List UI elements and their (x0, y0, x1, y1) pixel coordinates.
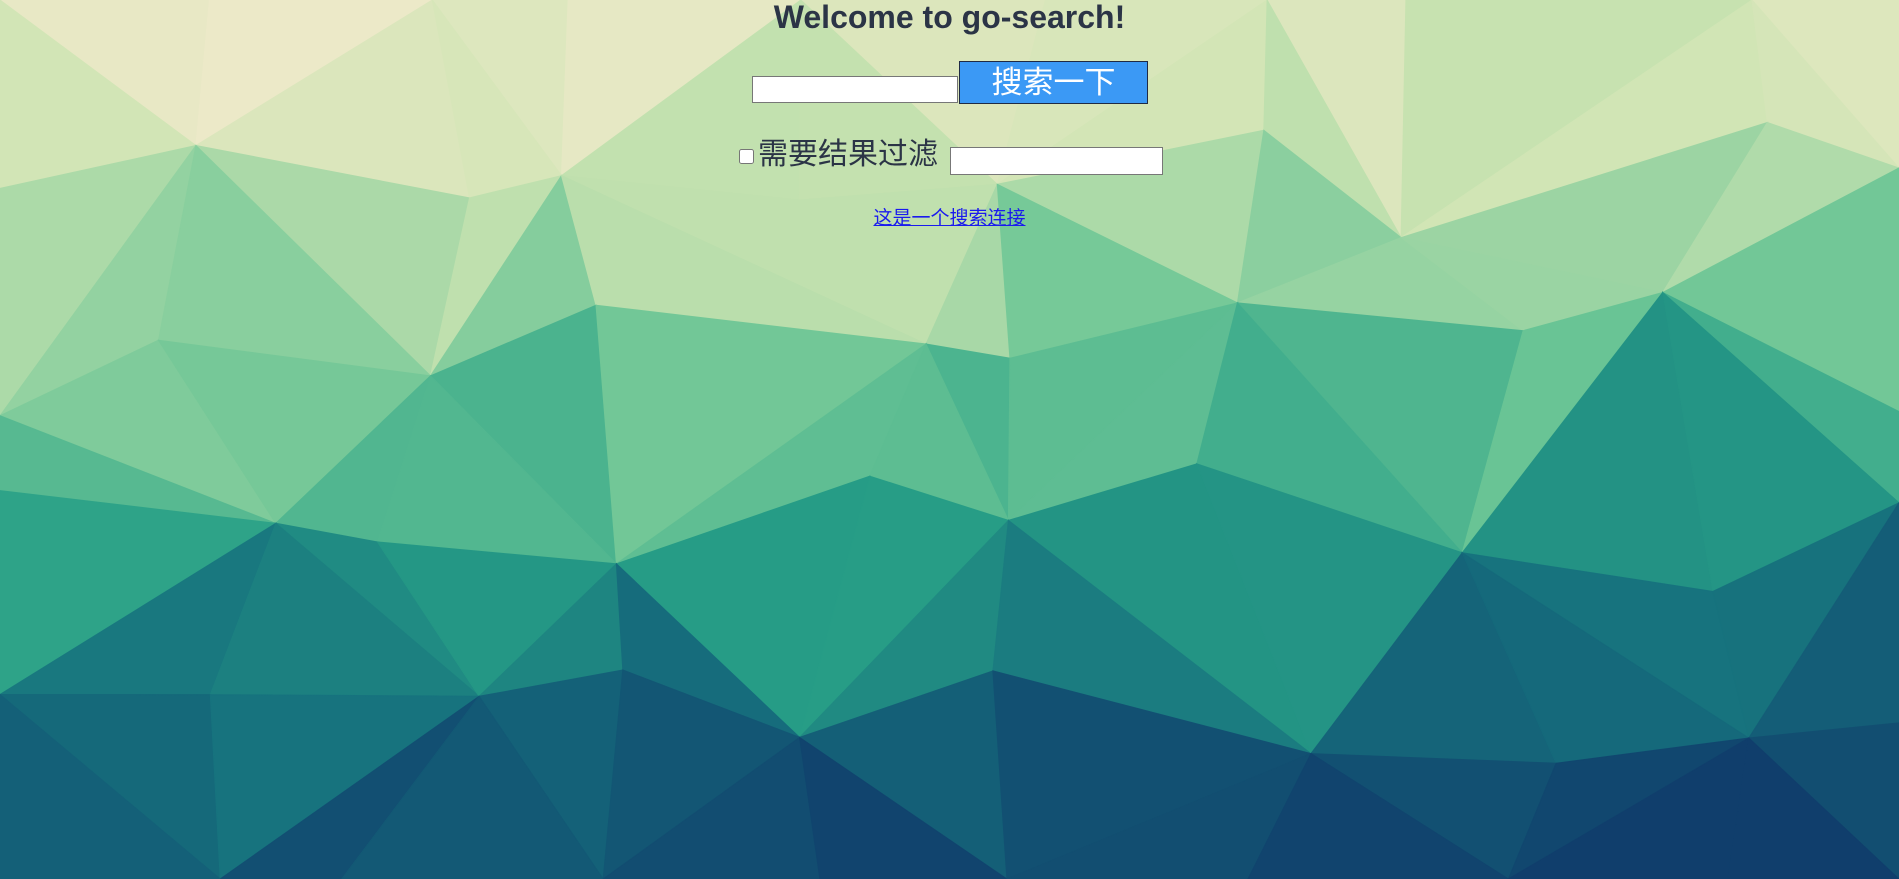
search-button[interactable]: 搜索一下 (959, 61, 1148, 104)
page-content: Welcome to go-search! 搜索一下 需要结果过滤 这是一个搜索… (0, 0, 1899, 879)
search-input[interactable] (752, 76, 958, 103)
page-title: Welcome to go-search! (773, 0, 1126, 35)
filter-label: 需要结果过滤 (758, 137, 938, 172)
search-link[interactable]: 这是一个搜索连接 (873, 207, 1025, 229)
filter-input[interactable] (950, 147, 1163, 175)
filter-checkbox[interactable] (739, 149, 754, 164)
search-link-row: 这是一个搜索连接 (0, 206, 1899, 230)
